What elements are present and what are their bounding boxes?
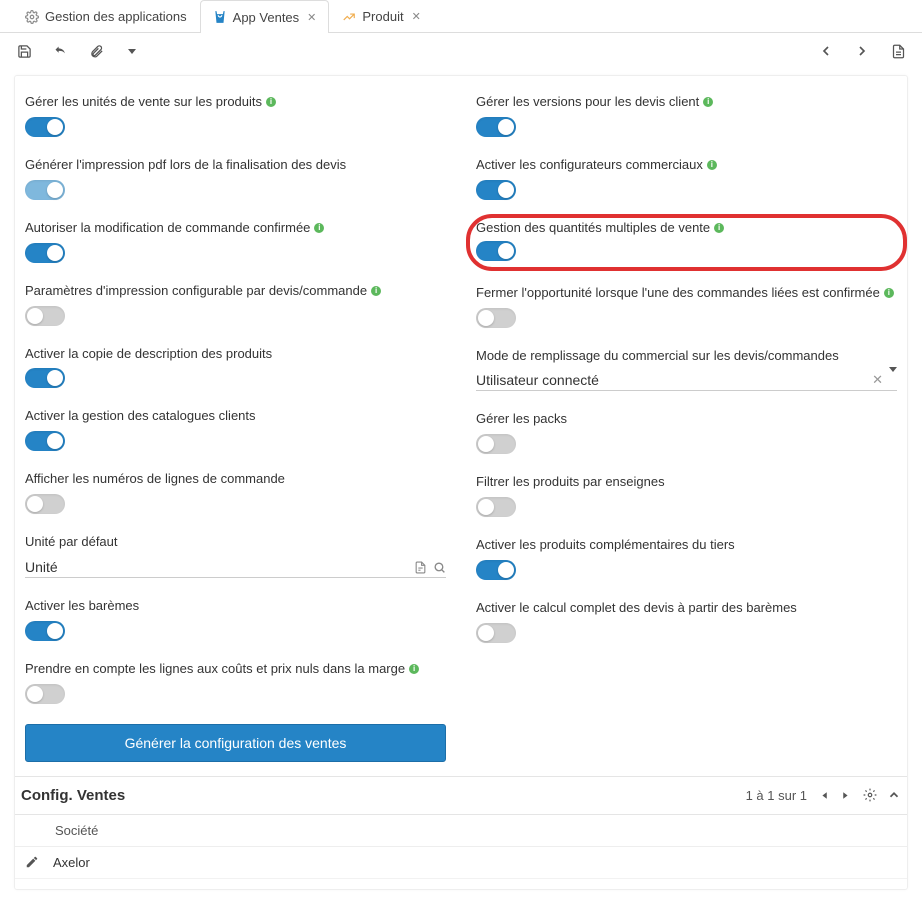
field-parametres-impression: Paramètres d'impression configurable par…: [25, 283, 446, 326]
field-quantites-multiples: Gestion des quantités multiples de vente…: [476, 220, 893, 261]
toggle[interactable]: [25, 684, 65, 704]
document-icon[interactable]: [890, 43, 906, 59]
field-filtrer-enseignes: Filtrer les produits par enseignes: [476, 474, 897, 517]
field-mode-remplissage: Mode de remplissage du commercial sur le…: [476, 348, 897, 392]
gear-icon[interactable]: [863, 788, 877, 802]
chevron-down-icon[interactable]: [889, 372, 897, 388]
tab-app-ventes[interactable]: App Ventes ✕: [200, 0, 330, 33]
edit-icon[interactable]: [25, 855, 39, 869]
highlighted-field: Gestion des quantités multiples de vente…: [466, 214, 907, 271]
toggle[interactable]: [476, 308, 516, 328]
info-icon[interactable]: i: [409, 664, 419, 674]
info-icon[interactable]: i: [314, 223, 324, 233]
info-icon[interactable]: i: [266, 97, 276, 107]
undo-icon[interactable]: [52, 43, 68, 59]
toggle[interactable]: [25, 117, 65, 137]
info-icon[interactable]: i: [703, 97, 713, 107]
field-produits-complementaires: Activer les produits complémentaires du …: [476, 537, 897, 580]
toggle[interactable]: [476, 117, 516, 137]
next-icon[interactable]: [854, 43, 870, 59]
first-page-icon[interactable]: [817, 789, 830, 802]
left-column: Gérer les unités de vente sur les produi…: [25, 94, 446, 776]
close-icon[interactable]: ✕: [307, 11, 316, 24]
field-unites-vente: Gérer les unités de vente sur les produi…: [25, 94, 446, 137]
field-fermer-opportunite: Fermer l'opportunité lorsque l'une des c…: [476, 285, 897, 328]
toggle[interactable]: [25, 368, 65, 388]
toggle[interactable]: [476, 623, 516, 643]
prev-icon[interactable]: [818, 43, 834, 59]
main-panel: Gérer les unités de vente sur les produi…: [14, 75, 908, 890]
table-header: Société: [15, 815, 907, 847]
tab-label: App Ventes: [233, 10, 300, 25]
pager-text: 1 à 1 sur 1: [746, 788, 807, 803]
right-column: Gérer les versions pour les devis client…: [476, 94, 897, 776]
mode-select[interactable]: Utilisateur connecté ✕: [476, 370, 897, 391]
tab-label: Produit: [362, 9, 403, 24]
clear-icon[interactable]: ✕: [872, 372, 883, 388]
last-page-icon[interactable]: [840, 789, 853, 802]
info-icon[interactable]: i: [714, 223, 724, 233]
generate-config-button[interactable]: Générer la configuration des ventes: [25, 724, 446, 762]
field-modification-commande: Autoriser la modification de commande co…: [25, 220, 446, 263]
field-calcul-devis-baremes: Activer le calcul complet des devis à pa…: [476, 600, 897, 643]
attach-icon[interactable]: [88, 43, 104, 59]
field-unite-defaut: Unité par défaut Unité: [25, 534, 446, 578]
gear-icon: [25, 10, 39, 24]
section-title: Config. Ventes: [21, 787, 125, 804]
toggle[interactable]: [476, 241, 516, 261]
toggle[interactable]: [476, 434, 516, 454]
toggle[interactable]: [25, 180, 65, 200]
field-versions-devis: Gérer les versions pour les devis client…: [476, 94, 897, 137]
more-dropdown[interactable]: [124, 43, 140, 59]
info-icon[interactable]: i: [371, 286, 381, 296]
save-icon[interactable]: [16, 43, 32, 59]
chart-icon: [342, 10, 356, 24]
tab-gestion-applications[interactable]: Gestion des applications: [12, 0, 200, 32]
collapse-icon[interactable]: [887, 788, 901, 802]
field-baremes: Activer les barèmes: [25, 598, 446, 641]
info-icon[interactable]: i: [884, 288, 894, 298]
toggle[interactable]: [25, 494, 65, 514]
tab-label: Gestion des applications: [45, 9, 187, 24]
close-icon[interactable]: ✕: [412, 10, 421, 23]
unite-input[interactable]: Unité: [25, 557, 446, 578]
toggle[interactable]: [25, 621, 65, 641]
field-numeros-lignes: Afficher les numéros de lignes de comman…: [25, 471, 446, 514]
field-packs: Gérer les packs: [476, 411, 897, 454]
field-configurateurs: Activer les configurateurs commerciauxi: [476, 157, 897, 200]
toggle[interactable]: [476, 560, 516, 580]
search-icon[interactable]: [433, 561, 446, 574]
toggle[interactable]: [25, 306, 65, 326]
table-row[interactable]: Axelor: [15, 847, 907, 879]
row-value: Axelor: [53, 855, 90, 870]
field-lignes-couts-nuls: Prendre en compte les lignes aux coûts e…: [25, 661, 446, 704]
field-impression-pdf: Générer l'impression pdf lors de la fina…: [25, 157, 446, 200]
section-header: Config. Ventes 1 à 1 sur 1: [15, 776, 907, 815]
toolbar: [0, 33, 922, 69]
toggle[interactable]: [25, 243, 65, 263]
bag-icon: [213, 10, 227, 24]
field-catalogues-clients: Activer la gestion des catalogues client…: [25, 408, 446, 451]
doc-icon[interactable]: [414, 561, 427, 574]
toggle[interactable]: [476, 497, 516, 517]
tab-produit[interactable]: Produit ✕: [329, 0, 433, 32]
field-copie-description: Activer la copie de description des prod…: [25, 346, 446, 389]
toggle[interactable]: [25, 431, 65, 451]
tabs-bar: Gestion des applications App Ventes ✕ Pr…: [0, 0, 922, 33]
info-icon[interactable]: i: [707, 160, 717, 170]
toggle[interactable]: [476, 180, 516, 200]
column-header: Société: [55, 823, 98, 838]
